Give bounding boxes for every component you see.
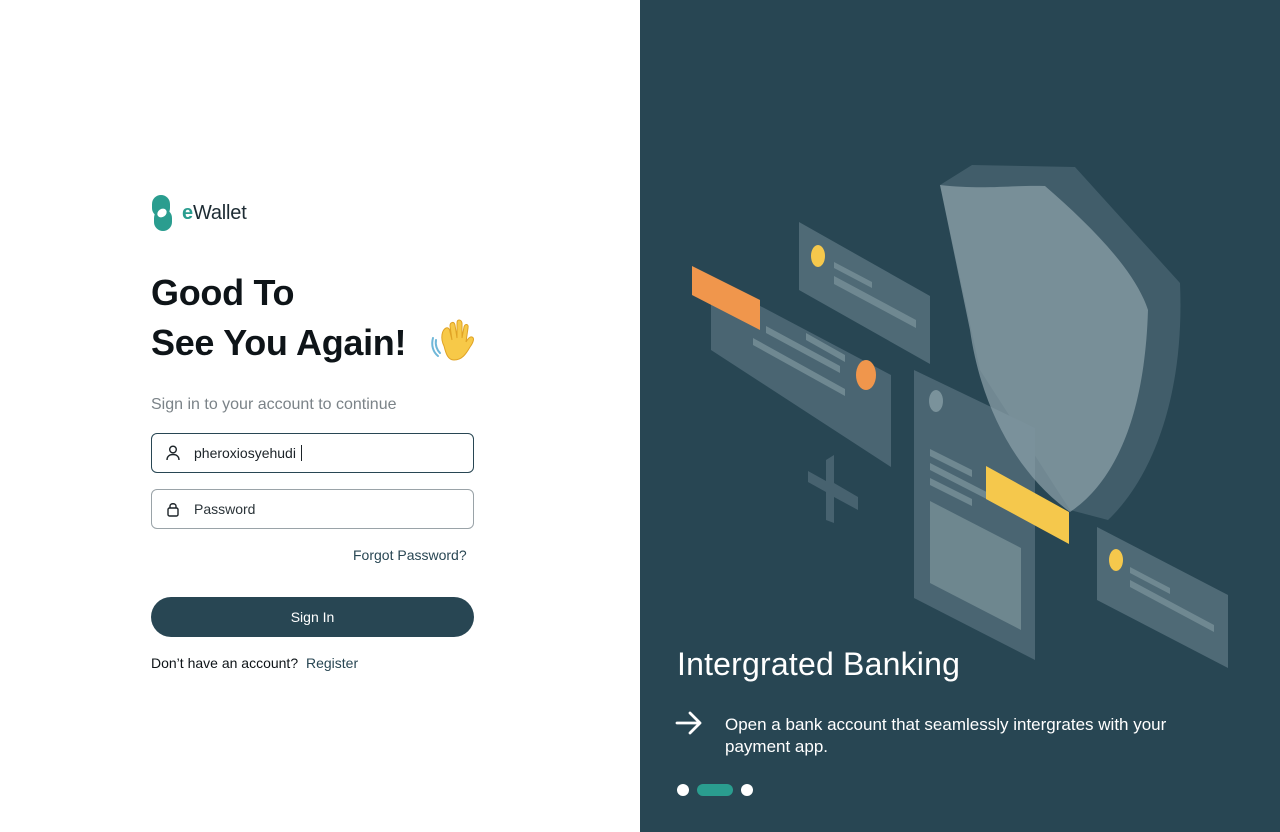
banking-security-illustration [692, 165, 1228, 668]
title-line-1: Good To [151, 272, 295, 313]
lock-icon [166, 501, 180, 517]
slide-description: Open a bank account that seamlessly inte… [725, 715, 1167, 756]
password-input[interactable] [194, 501, 444, 517]
user-icon [166, 445, 180, 461]
password-field[interactable] [151, 489, 474, 529]
brand-wordmark: Wallet [192, 201, 247, 224]
register-prompt: Don’t have an account? [151, 655, 299, 671]
waving-hand-icon [431, 319, 474, 361]
ewallet-logo-icon [152, 195, 172, 231]
promo-panel: Intergrated Banking Open a bank account … [640, 0, 1280, 832]
brand-prefix: e [182, 201, 193, 224]
carousel-dot-3[interactable] [741, 784, 753, 796]
page-title: Good To See You Again! [151, 268, 406, 368]
brand-name: eWallet [182, 202, 247, 225]
forgot-password-link[interactable]: Forgot Password? [353, 547, 467, 563]
register-row: Don’t have an account? Register [151, 655, 358, 671]
slide-title: Intergrated Banking [677, 646, 961, 682]
login-panel: eWallet Good To See You Again! Sign in t… [0, 0, 640, 832]
register-link[interactable]: Register [306, 655, 358, 671]
arrow-right-icon [675, 711, 702, 735]
text-caret [301, 445, 302, 461]
carousel-dot-2-active[interactable] [697, 784, 733, 796]
carousel-indicators [677, 784, 753, 796]
brand-logo: eWallet [151, 195, 247, 231]
sign-in-button[interactable]: Sign In [151, 597, 474, 637]
username-field[interactable] [151, 433, 474, 473]
sign-in-subtitle: Sign in to your account to continue [151, 396, 397, 413]
title-line-2: See You Again! [151, 322, 407, 363]
carousel-dot-1[interactable] [677, 784, 689, 796]
username-input[interactable] [194, 445, 302, 461]
